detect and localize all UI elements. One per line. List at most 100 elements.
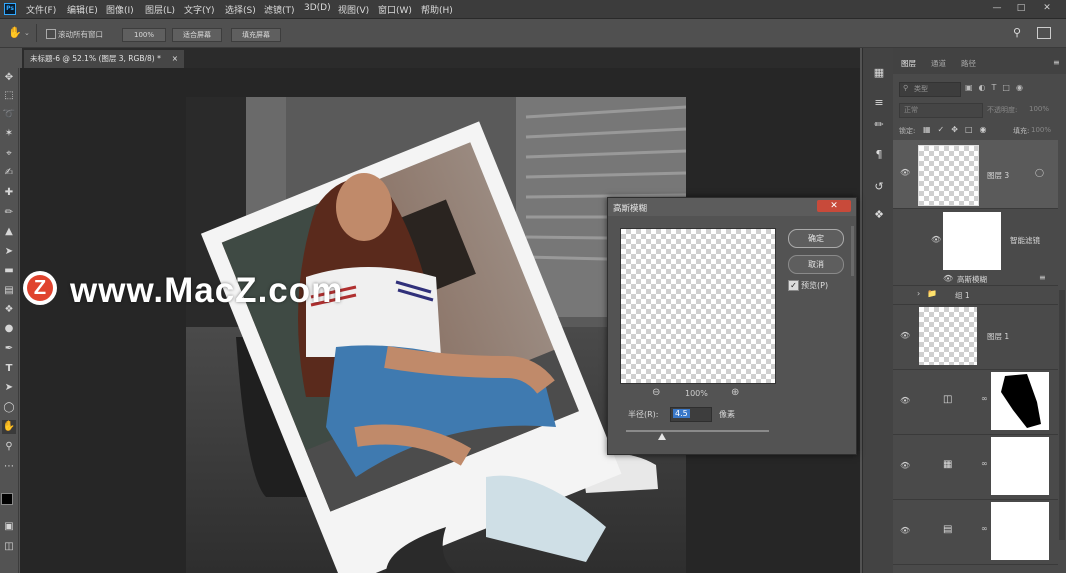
eyedropper-tool-icon[interactable]: ✍ <box>2 166 16 180</box>
more-tools-icon[interactable]: ⋯ <box>2 460 16 474</box>
hand-tool-icon[interactable]: ✋ <box>2 420 16 434</box>
menu-window[interactable]: 窗口(W) <box>378 3 412 16</box>
eraser-tool-icon[interactable]: ▬ <box>2 264 16 278</box>
cancel-button[interactable]: 取消 <box>788 255 844 274</box>
gradient-tool-icon[interactable]: ▤ <box>2 284 16 298</box>
link-icon[interactable]: ∞ <box>981 394 988 403</box>
menu-type[interactable]: 文字(Y) <box>184 3 215 16</box>
workspace-icon[interactable] <box>1037 27 1051 39</box>
tool-preset-chevron-icon[interactable]: ⌄ <box>24 29 30 37</box>
type-tool-icon[interactable]: T <box>2 362 16 376</box>
maximize-icon[interactable]: □ <box>1014 2 1028 15</box>
gaussian-blur-filter-label[interactable]: 高斯模糊 <box>957 274 987 285</box>
quick-mask-icon[interactable]: ▣ <box>2 520 16 534</box>
lasso-tool-icon[interactable]: ➰ <box>2 108 16 122</box>
history-icon[interactable]: ↺ <box>872 180 886 194</box>
visibility-eye-icon[interactable]: 👁 <box>943 274 953 283</box>
layer-row[interactable]: 👁 ◫ ∞ <box>893 370 1058 435</box>
close-icon[interactable]: ✕ <box>817 200 851 212</box>
crop-tool-icon[interactable]: ⌖ <box>2 147 16 161</box>
menu-help[interactable]: 帮助(H) <box>421 3 453 16</box>
layer-mask-thumbnail[interactable] <box>991 437 1049 495</box>
photoshop-logo[interactable]: Ps <box>4 3 16 15</box>
radius-slider-thumb[interactable] <box>657 433 666 440</box>
visibility-eye-icon[interactable]: 👁 <box>900 396 910 405</box>
chevron-right-icon[interactable]: › <box>917 289 920 298</box>
menu-edit[interactable]: 编辑(E) <box>67 3 98 16</box>
close-tab-icon[interactable]: × <box>172 50 178 68</box>
filter-mask-thumbnail[interactable] <box>943 212 1001 270</box>
ellipse-tool-icon[interactable]: ◯ <box>2 401 16 415</box>
visibility-eye-icon[interactable]: 👁 <box>931 235 941 244</box>
clone-stamp-tool-icon[interactable]: ▲ <box>2 225 16 239</box>
zoom-tool-icon[interactable]: ⚲ <box>2 440 16 454</box>
filter-kind-select[interactable]: ⚲ 类型 <box>899 82 961 97</box>
preview-checkbox[interactable]: ✓ <box>788 280 799 291</box>
menu-select[interactable]: 选择(S) <box>225 3 256 16</box>
zoom-in-icon[interactable]: ⊕ <box>731 387 739 398</box>
scroll-all-checkbox[interactable] <box>46 29 56 39</box>
blur-preview[interactable] <box>620 228 776 384</box>
link-icon[interactable]: ∞ <box>981 459 988 468</box>
radius-slider-track[interactable] <box>626 430 769 432</box>
healing-brush-tool-icon[interactable]: ✚ <box>2 186 16 200</box>
fill-value[interactable]: 100% <box>1031 126 1051 134</box>
dodge-tool-icon[interactable]: ● <box>2 322 16 336</box>
blend-mode-select[interactable]: 正常 <box>899 103 983 118</box>
lock-icons[interactable]: ▦✓✥□◉ <box>923 125 994 134</box>
character-icon[interactable]: ¶ <box>872 148 886 162</box>
visibility-eye-icon[interactable]: 👁 <box>900 461 910 470</box>
search-icon[interactable]: ⚲ <box>1013 26 1021 39</box>
layer-row[interactable]: 👁 ▦ ∞ <box>893 435 1058 500</box>
brush-settings-icon[interactable]: ✏ <box>872 118 886 132</box>
color-icon[interactable]: ▦ <box>872 66 886 80</box>
visibility-eye-icon[interactable]: 👁 <box>900 331 910 340</box>
hand-tool-icon[interactable]: ✋ <box>8 27 22 39</box>
menu-image[interactable]: 图像(I) <box>106 3 134 16</box>
tab-paths[interactable]: 路径 <box>961 58 976 69</box>
visibility-eye-icon[interactable]: 👁 <box>900 526 910 535</box>
move-tool-icon[interactable]: ✥ <box>2 71 16 85</box>
filter-options-icon[interactable]: ≡ <box>1039 273 1046 282</box>
minimize-icon[interactable]: — <box>990 2 1004 15</box>
pen-tool-icon[interactable]: ✒ <box>2 342 16 356</box>
tab-layers[interactable]: 图层 <box>901 58 916 69</box>
scrollbar[interactable] <box>1059 290 1065 540</box>
layer-name[interactable]: 图层 1 <box>987 331 1009 342</box>
3d-icon[interactable]: ❖ <box>872 208 886 222</box>
layer-row[interactable]: 👁 ▤ ∞ <box>893 500 1058 565</box>
history-brush-tool-icon[interactable]: ➤ <box>2 245 16 259</box>
dialog-title-bar[interactable]: 高斯模糊 ✕ <box>608 198 856 216</box>
foreground-color-swatch[interactable] <box>1 493 13 505</box>
tab-channels[interactable]: 通道 <box>931 58 946 69</box>
zoom-out-icon[interactable]: ⊖ <box>652 387 660 398</box>
menu-filter[interactable]: 滤镜(T) <box>264 3 295 16</box>
menu-3d[interactable]: 3D(D) <box>304 3 331 13</box>
blur-tool-icon[interactable]: ❖ <box>2 303 16 317</box>
filter-icons[interactable]: ▣◐T□◉ <box>965 83 1029 92</box>
adjustments-icon[interactable]: ≡ <box>872 96 886 110</box>
quick-select-tool-icon[interactable]: ✶ <box>2 127 16 141</box>
brush-tool-icon[interactable]: ✏ <box>2 206 16 220</box>
menu-layer[interactable]: 图层(L) <box>145 3 175 16</box>
fit-screen-button[interactable]: 适合屏幕 <box>172 28 222 42</box>
layer-row[interactable]: 👁 图层 3 ◯ <box>893 140 1058 209</box>
group-name[interactable]: 组 1 <box>955 290 970 301</box>
ok-button[interactable]: 确定 <box>788 229 844 248</box>
layer-row[interactable]: 👁 图层 1 <box>893 305 1058 370</box>
visibility-eye-icon[interactable]: 👁 <box>900 168 910 177</box>
menu-file[interactable]: 文件(F) <box>26 3 56 16</box>
group-row[interactable]: › 📁 组 1 <box>893 286 1058 305</box>
document-tab[interactable]: 未标题-6 @ 52.1% (图层 3, RGB/8) * × <box>24 50 184 68</box>
dialog-scrollbar[interactable] <box>851 226 854 276</box>
fill-screen-button[interactable]: 填充屏幕 <box>231 28 281 42</box>
close-window-icon[interactable]: ✕ <box>1040 2 1054 15</box>
path-selection-tool-icon[interactable]: ➤ <box>2 381 16 395</box>
layer-mask-thumbnail[interactable] <box>991 502 1049 560</box>
menu-view[interactable]: 视图(V) <box>338 3 369 16</box>
smart-filters-row[interactable]: 👁 智能滤镜 👁 高斯模糊 ≡ <box>893 209 1058 286</box>
opacity-value[interactable]: 100% <box>1029 105 1049 113</box>
layer-mask-thumbnail[interactable] <box>991 372 1049 430</box>
marquee-tool-icon[interactable]: ⬚ <box>2 89 16 103</box>
radius-input[interactable]: 4.5 <box>670 407 712 422</box>
